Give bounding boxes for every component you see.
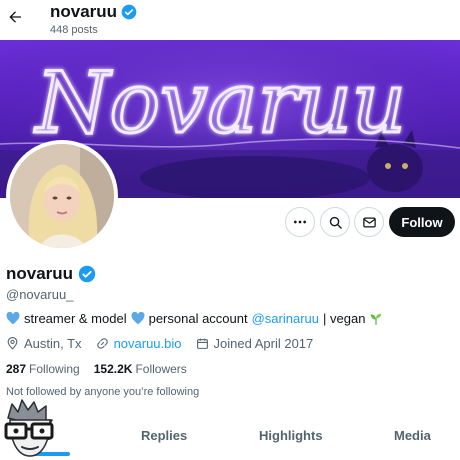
profile-handle: @novaruu_	[6, 287, 74, 302]
bio-text-3: | vegan	[323, 311, 366, 326]
search-icon	[329, 216, 342, 229]
following-link[interactable]: 287 Following	[6, 362, 80, 376]
followers-count: 152.2K	[93, 362, 133, 376]
blue-heart-icon	[131, 312, 145, 325]
more-button[interactable]	[285, 207, 315, 237]
profile-bio: streamer & model personal account @sarin…	[6, 311, 383, 326]
search-button[interactable]	[320, 207, 350, 237]
profile-meta: Austin, Tx novaruu.bio Joined April 2017	[6, 336, 327, 351]
link-icon	[96, 338, 108, 349]
tab-replies[interactable]: Replies	[141, 428, 187, 443]
arrow-left-icon	[9, 11, 21, 23]
verified-badge-icon[interactable]	[78, 265, 96, 283]
message-button[interactable]	[354, 207, 384, 237]
display-name: novaruu	[6, 264, 74, 283]
followers-label: Followers	[135, 362, 187, 376]
verified-badge-icon	[121, 4, 137, 20]
profile-name: novaruu	[6, 264, 96, 284]
cartoon-glasses-sticker	[0, 398, 60, 460]
joined-text: Joined April 2017	[213, 336, 314, 351]
header-post-count: 448 posts	[50, 24, 98, 36]
followed-by-note: Not followed by anyone you’re following	[6, 386, 200, 398]
profile-actions: Follow	[0, 207, 460, 237]
header-title: novaruu	[50, 2, 137, 22]
joined-date: Joined April 2017	[196, 336, 314, 351]
banner-neon-text: Novaruu	[34, 54, 406, 152]
following-count: 287	[6, 362, 27, 376]
cartoon-face-icon	[4, 399, 54, 457]
bio-text-2: personal account	[148, 311, 248, 326]
follow-stats: 287 Following 152.2K Followers	[6, 362, 187, 376]
envelope-icon	[362, 217, 376, 227]
profile-header: novaruu 448 posts	[0, 0, 460, 40]
location-pin-icon	[7, 337, 18, 350]
website: novaruu.bio	[96, 336, 182, 351]
header-name-text: novaruu	[50, 2, 118, 21]
bio-text-1: streamer & model	[24, 311, 127, 326]
more-horizontal-icon	[294, 220, 306, 224]
location: Austin, Tx	[6, 336, 82, 351]
tab-highlights[interactable]: Highlights	[259, 428, 323, 443]
calendar-icon	[196, 338, 208, 349]
seedling-icon	[371, 313, 382, 325]
website-link[interactable]: novaruu.bio	[114, 336, 182, 351]
back-button[interactable]	[4, 6, 26, 28]
follow-button[interactable]: Follow	[389, 207, 455, 237]
location-text: Austin, Tx	[24, 336, 82, 351]
following-label: Following	[29, 362, 80, 376]
followers-link[interactable]: 152.2K Followers	[94, 362, 187, 376]
bio-mention-link[interactable]: @sarinaruu	[252, 311, 319, 326]
blue-heart-icon	[6, 312, 20, 325]
tab-media[interactable]: Media	[394, 428, 431, 443]
